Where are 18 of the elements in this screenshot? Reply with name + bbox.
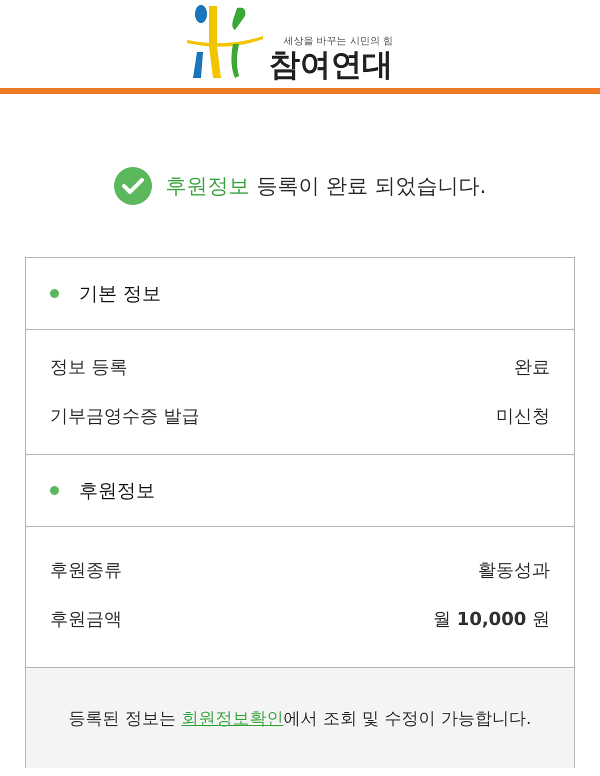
notice-text: 등록된 정보는 회원정보확인에서 조회 및 수정이 가능합니다.	[68, 708, 532, 730]
check-icon	[114, 167, 152, 205]
member-info-link[interactable]: 회원정보확인	[181, 708, 284, 728]
row-value: 활동성과	[478, 559, 550, 583]
section-title: 후원정보	[79, 478, 155, 504]
row-label: 기부금영수증 발급	[50, 405, 200, 429]
row-label: 후원종류	[50, 559, 122, 583]
row-label: 정보 등록	[50, 356, 128, 380]
section-title: 기본 정보	[79, 282, 162, 306]
completion-message: 후원정보 등록이 완료 되었습니다.	[166, 173, 486, 200]
row-label: 후원금액	[50, 608, 122, 632]
logo-name: 참여연대	[269, 48, 393, 82]
row-value: 월 10,000 원	[433, 608, 550, 632]
row-value: 완료	[514, 356, 550, 380]
row-value: 미신청	[496, 405, 550, 429]
bullet-icon	[50, 289, 59, 298]
bullet-icon	[50, 486, 59, 495]
logo-tagline: 세상을 바꾸는 시민의 힘	[283, 34, 393, 48]
